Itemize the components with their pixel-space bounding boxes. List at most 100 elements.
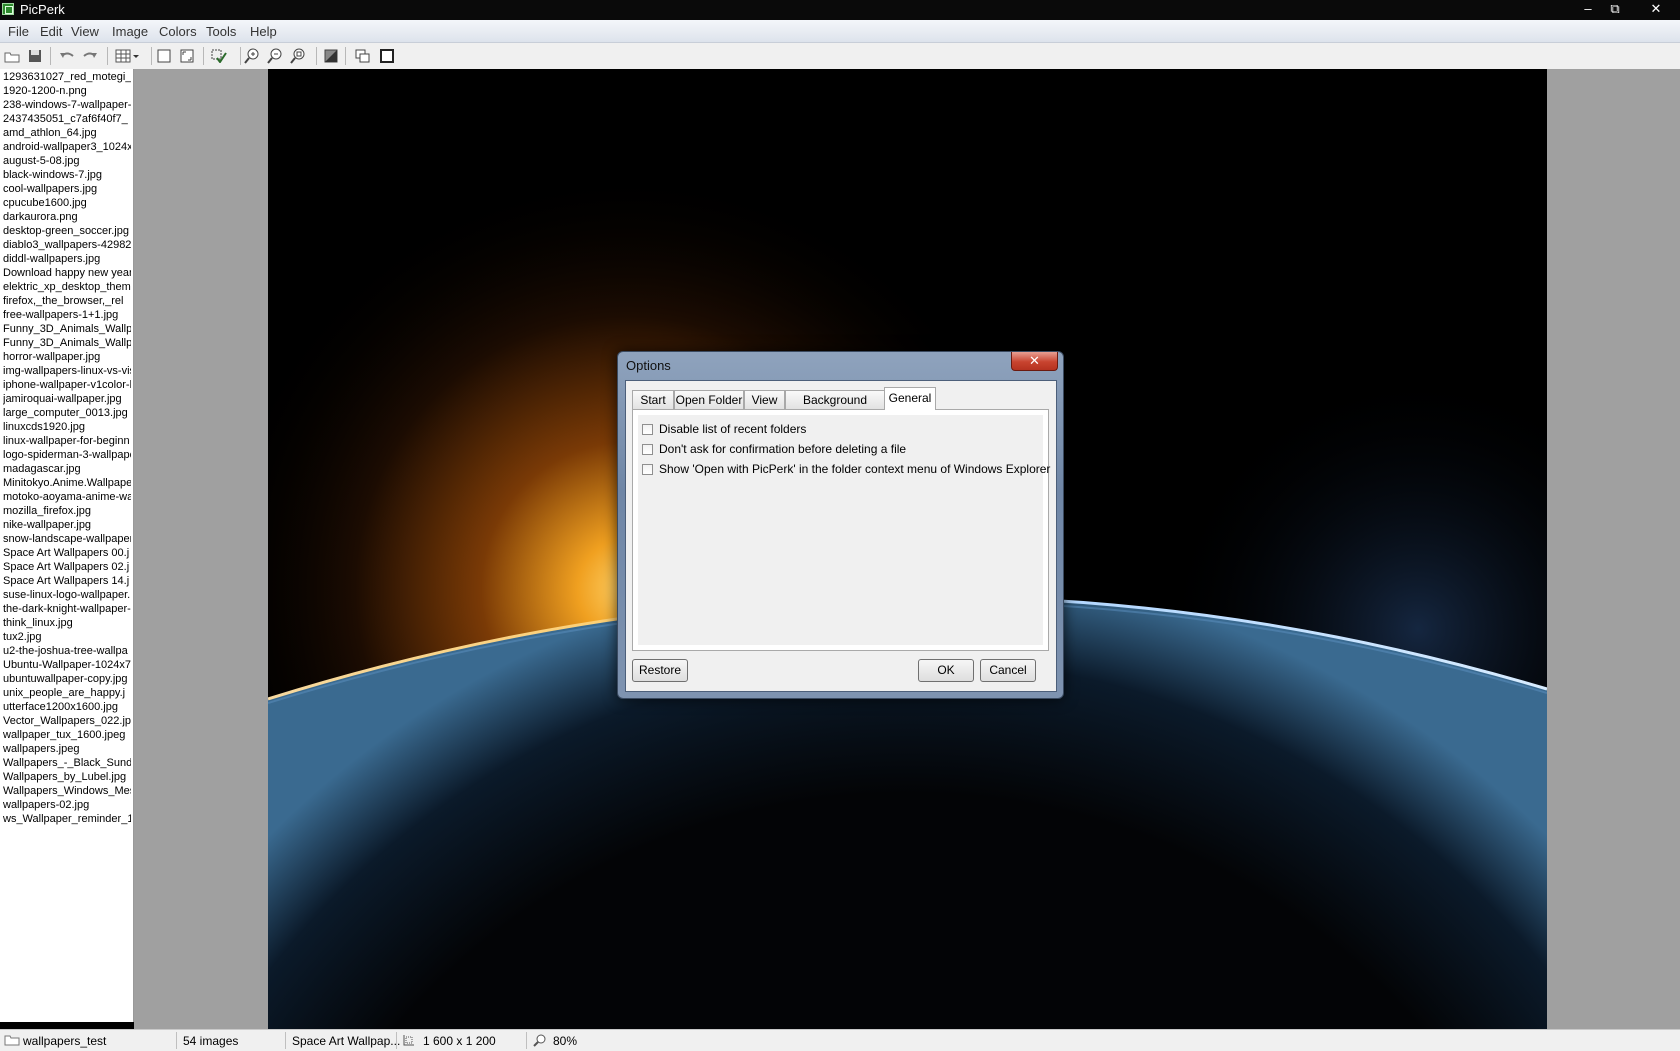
file-list-item[interactable]: 238-windows-7-wallpaper- xyxy=(3,98,131,112)
zoom-out-icon[interactable] xyxy=(266,47,284,65)
cancel-button[interactable]: Cancel xyxy=(980,659,1036,682)
file-list-item[interactable]: 1293631027_red_motegi_ xyxy=(3,70,131,84)
file-list-item[interactable]: Wallpapers_Windows_Mes xyxy=(3,784,131,798)
file-list-item[interactable]: logo-spiderman-3-wallpape xyxy=(3,448,131,462)
ok-button[interactable]: OK xyxy=(918,659,974,682)
file-list-item[interactable]: Minitokyo.Anime.Wallpape xyxy=(3,476,131,490)
file-list-item[interactable]: snow-landscape-wallpaper- xyxy=(3,532,131,546)
file-list-item[interactable]: Space Art Wallpapers 14.j xyxy=(3,574,131,588)
file-list-item[interactable]: amd_athlon_64.jpg xyxy=(3,126,131,140)
status-folder: wallpapers_test xyxy=(23,1034,107,1048)
restore-button[interactable]: Restore xyxy=(632,659,688,682)
maximize-button[interactable]: ⧉ xyxy=(1602,0,1628,18)
file-list-item[interactable]: cool-wallpapers.jpg xyxy=(3,182,131,196)
file-list-item[interactable]: Vector_Wallpapers_022.jp xyxy=(3,714,131,728)
checkbox[interactable] xyxy=(642,443,653,455)
file-list-item[interactable]: darkaurora.png xyxy=(3,210,131,224)
file-list-item[interactable]: august-5-08.jpg xyxy=(3,154,131,168)
file-list-item[interactable]: linuxcds1920.jpg xyxy=(3,420,131,434)
file-list-item[interactable]: Space Art Wallpapers 00.j xyxy=(3,546,131,560)
file-list-item[interactable]: Space Art Wallpapers 02.j xyxy=(3,560,131,574)
file-list-item[interactable]: wallpapers.jpeg xyxy=(3,742,131,756)
redo-icon[interactable] xyxy=(81,47,99,65)
status-image-count: 54 images xyxy=(183,1034,239,1048)
options-dialog: Options ✕ Start Open Folder View Backgro… xyxy=(617,351,1064,699)
minimize-button[interactable]: – xyxy=(1575,0,1601,18)
zoom-actual-icon[interactable] xyxy=(289,47,307,65)
menu-tools[interactable]: Tools xyxy=(206,24,236,39)
file-list-item[interactable]: Download happy new year xyxy=(3,266,131,280)
menu-file[interactable]: File xyxy=(8,24,29,39)
file-list-item[interactable]: iphone-wallpaper-v1color-l xyxy=(3,378,131,392)
file-list[interactable]: 1293631027_red_motegi_ 1920-1200-n.png 238… xyxy=(0,69,134,1022)
menu-image[interactable]: Image xyxy=(112,24,148,39)
file-list-item[interactable]: horror-wallpaper.jpg xyxy=(3,350,131,364)
menu-colors[interactable]: Colors xyxy=(159,24,197,39)
file-list-item[interactable]: wallpaper_tux_1600.jpeg xyxy=(3,728,131,742)
file-list-item[interactable]: desktop-green_soccer.jpg xyxy=(3,224,131,238)
menu-help[interactable]: Help xyxy=(250,24,277,39)
file-list-item[interactable]: Funny_3D_Animals_Wallpa xyxy=(3,322,131,336)
crop-icon[interactable] xyxy=(322,47,340,65)
file-list-item[interactable]: Funny_3D_Animals_Wallpa xyxy=(3,336,131,350)
file-list-item[interactable]: Wallpapers_-_Black_Sunda xyxy=(3,756,131,770)
file-list-item[interactable]: 2437435051_c7af6f40f7_ xyxy=(3,112,131,126)
undo-icon[interactable] xyxy=(58,47,76,65)
file-list-item[interactable]: jamiroquai-wallpaper.jpg xyxy=(3,392,131,406)
select-icon[interactable] xyxy=(210,47,228,65)
open-icon[interactable] xyxy=(3,47,21,65)
file-list-item[interactable]: black-windows-7.jpg xyxy=(3,168,131,182)
tab-general[interactable]: General xyxy=(884,387,936,410)
tab-open-folder[interactable]: Open Folder xyxy=(674,390,744,409)
title-bar: PicPerk – ⧉ ✕ xyxy=(0,0,1680,20)
menu-edit[interactable]: Edit xyxy=(40,24,62,39)
file-list-item[interactable]: android-wallpaper3_1024x xyxy=(3,140,131,154)
file-list-item[interactable]: suse-linux-logo-wallpaper. xyxy=(3,588,131,602)
file-list-item[interactable]: the-dark-knight-wallpaper- xyxy=(3,602,131,616)
save-icon[interactable] xyxy=(26,47,44,65)
file-list-item[interactable]: Wallpapers_by_Lubel.jpg xyxy=(3,770,131,784)
file-list-item[interactable]: madagascar.jpg xyxy=(3,462,131,476)
file-list-item[interactable]: mozilla_firefox.jpg xyxy=(3,504,131,518)
close-window-button[interactable]: ✕ xyxy=(1640,0,1672,18)
file-list-item[interactable]: Ubuntu-Wallpaper-1024x7 xyxy=(3,658,131,672)
file-list-item[interactable]: 1920-1200-n.png xyxy=(3,84,131,98)
stop-icon[interactable] xyxy=(378,47,396,65)
toolbar xyxy=(0,43,1680,70)
option-no-delete-confirmation[interactable]: Don't ask for confirmation before deleti… xyxy=(642,441,906,457)
file-list-item[interactable]: elektric_xp_desktop_them xyxy=(3,280,131,294)
file-list-item[interactable]: u2-the-joshua-tree-wallpa xyxy=(3,644,131,658)
fit-window-icon[interactable] xyxy=(155,47,173,65)
option-disable-recent-folders[interactable]: Disable list of recent folders xyxy=(642,421,806,437)
file-list-item[interactable]: ubuntuwallpaper-copy.jpg xyxy=(3,672,131,686)
checkbox[interactable] xyxy=(642,423,653,435)
slideshow-icon[interactable] xyxy=(354,47,372,65)
file-list-item[interactable]: think_linux.jpg xyxy=(3,616,131,630)
file-list-item[interactable]: large_computer_0013.jpg xyxy=(3,406,131,420)
file-list-item[interactable]: firefox,_the_browser,_rel xyxy=(3,294,131,308)
full-screen-icon[interactable] xyxy=(178,47,196,65)
zoom-in-icon[interactable] xyxy=(243,47,261,65)
file-list-item[interactable]: wallpapers-02.jpg xyxy=(3,798,131,812)
tab-start[interactable]: Start xyxy=(632,390,674,409)
general-tab-panel: Disable list of recent folders Don't ask… xyxy=(632,409,1050,651)
file-list-item[interactable]: diddl-wallpapers.jpg xyxy=(3,252,131,266)
checkbox[interactable] xyxy=(642,463,653,475)
file-list-item[interactable]: motoko-aoyama-anime-wa xyxy=(3,490,131,504)
file-list-item[interactable]: linux-wallpaper-for-beginn xyxy=(3,434,131,448)
option-explorer-context-menu[interactable]: Show 'Open with PicPerk' in the folder c… xyxy=(642,461,1050,477)
file-list-item[interactable]: cpucube1600.jpg xyxy=(3,196,131,210)
file-list-item[interactable]: nike-wallpaper.jpg xyxy=(3,518,131,532)
file-list-item[interactable]: unix_people_are_happy.j xyxy=(3,686,131,700)
tab-view[interactable]: View xyxy=(744,390,785,409)
file-list-item[interactable]: ws_Wallpaper_reminder_1 xyxy=(3,812,131,826)
dialog-close-button[interactable]: ✕ xyxy=(1011,352,1058,371)
file-list-item[interactable]: img-wallpapers-linux-vs-vis xyxy=(3,364,131,378)
menu-view[interactable]: View xyxy=(71,24,99,39)
file-list-item[interactable]: free-wallpapers-1+1.jpg xyxy=(3,308,131,322)
file-list-item[interactable]: utterface1200x1600.jpg xyxy=(3,700,131,714)
file-list-item[interactable]: tux2.jpg xyxy=(3,630,131,644)
tab-background-colors[interactable]: Background Colors xyxy=(785,390,885,426)
file-list-item[interactable]: diablo3_wallpapers-42982 xyxy=(3,238,131,252)
grid-view-icon[interactable] xyxy=(114,47,140,65)
